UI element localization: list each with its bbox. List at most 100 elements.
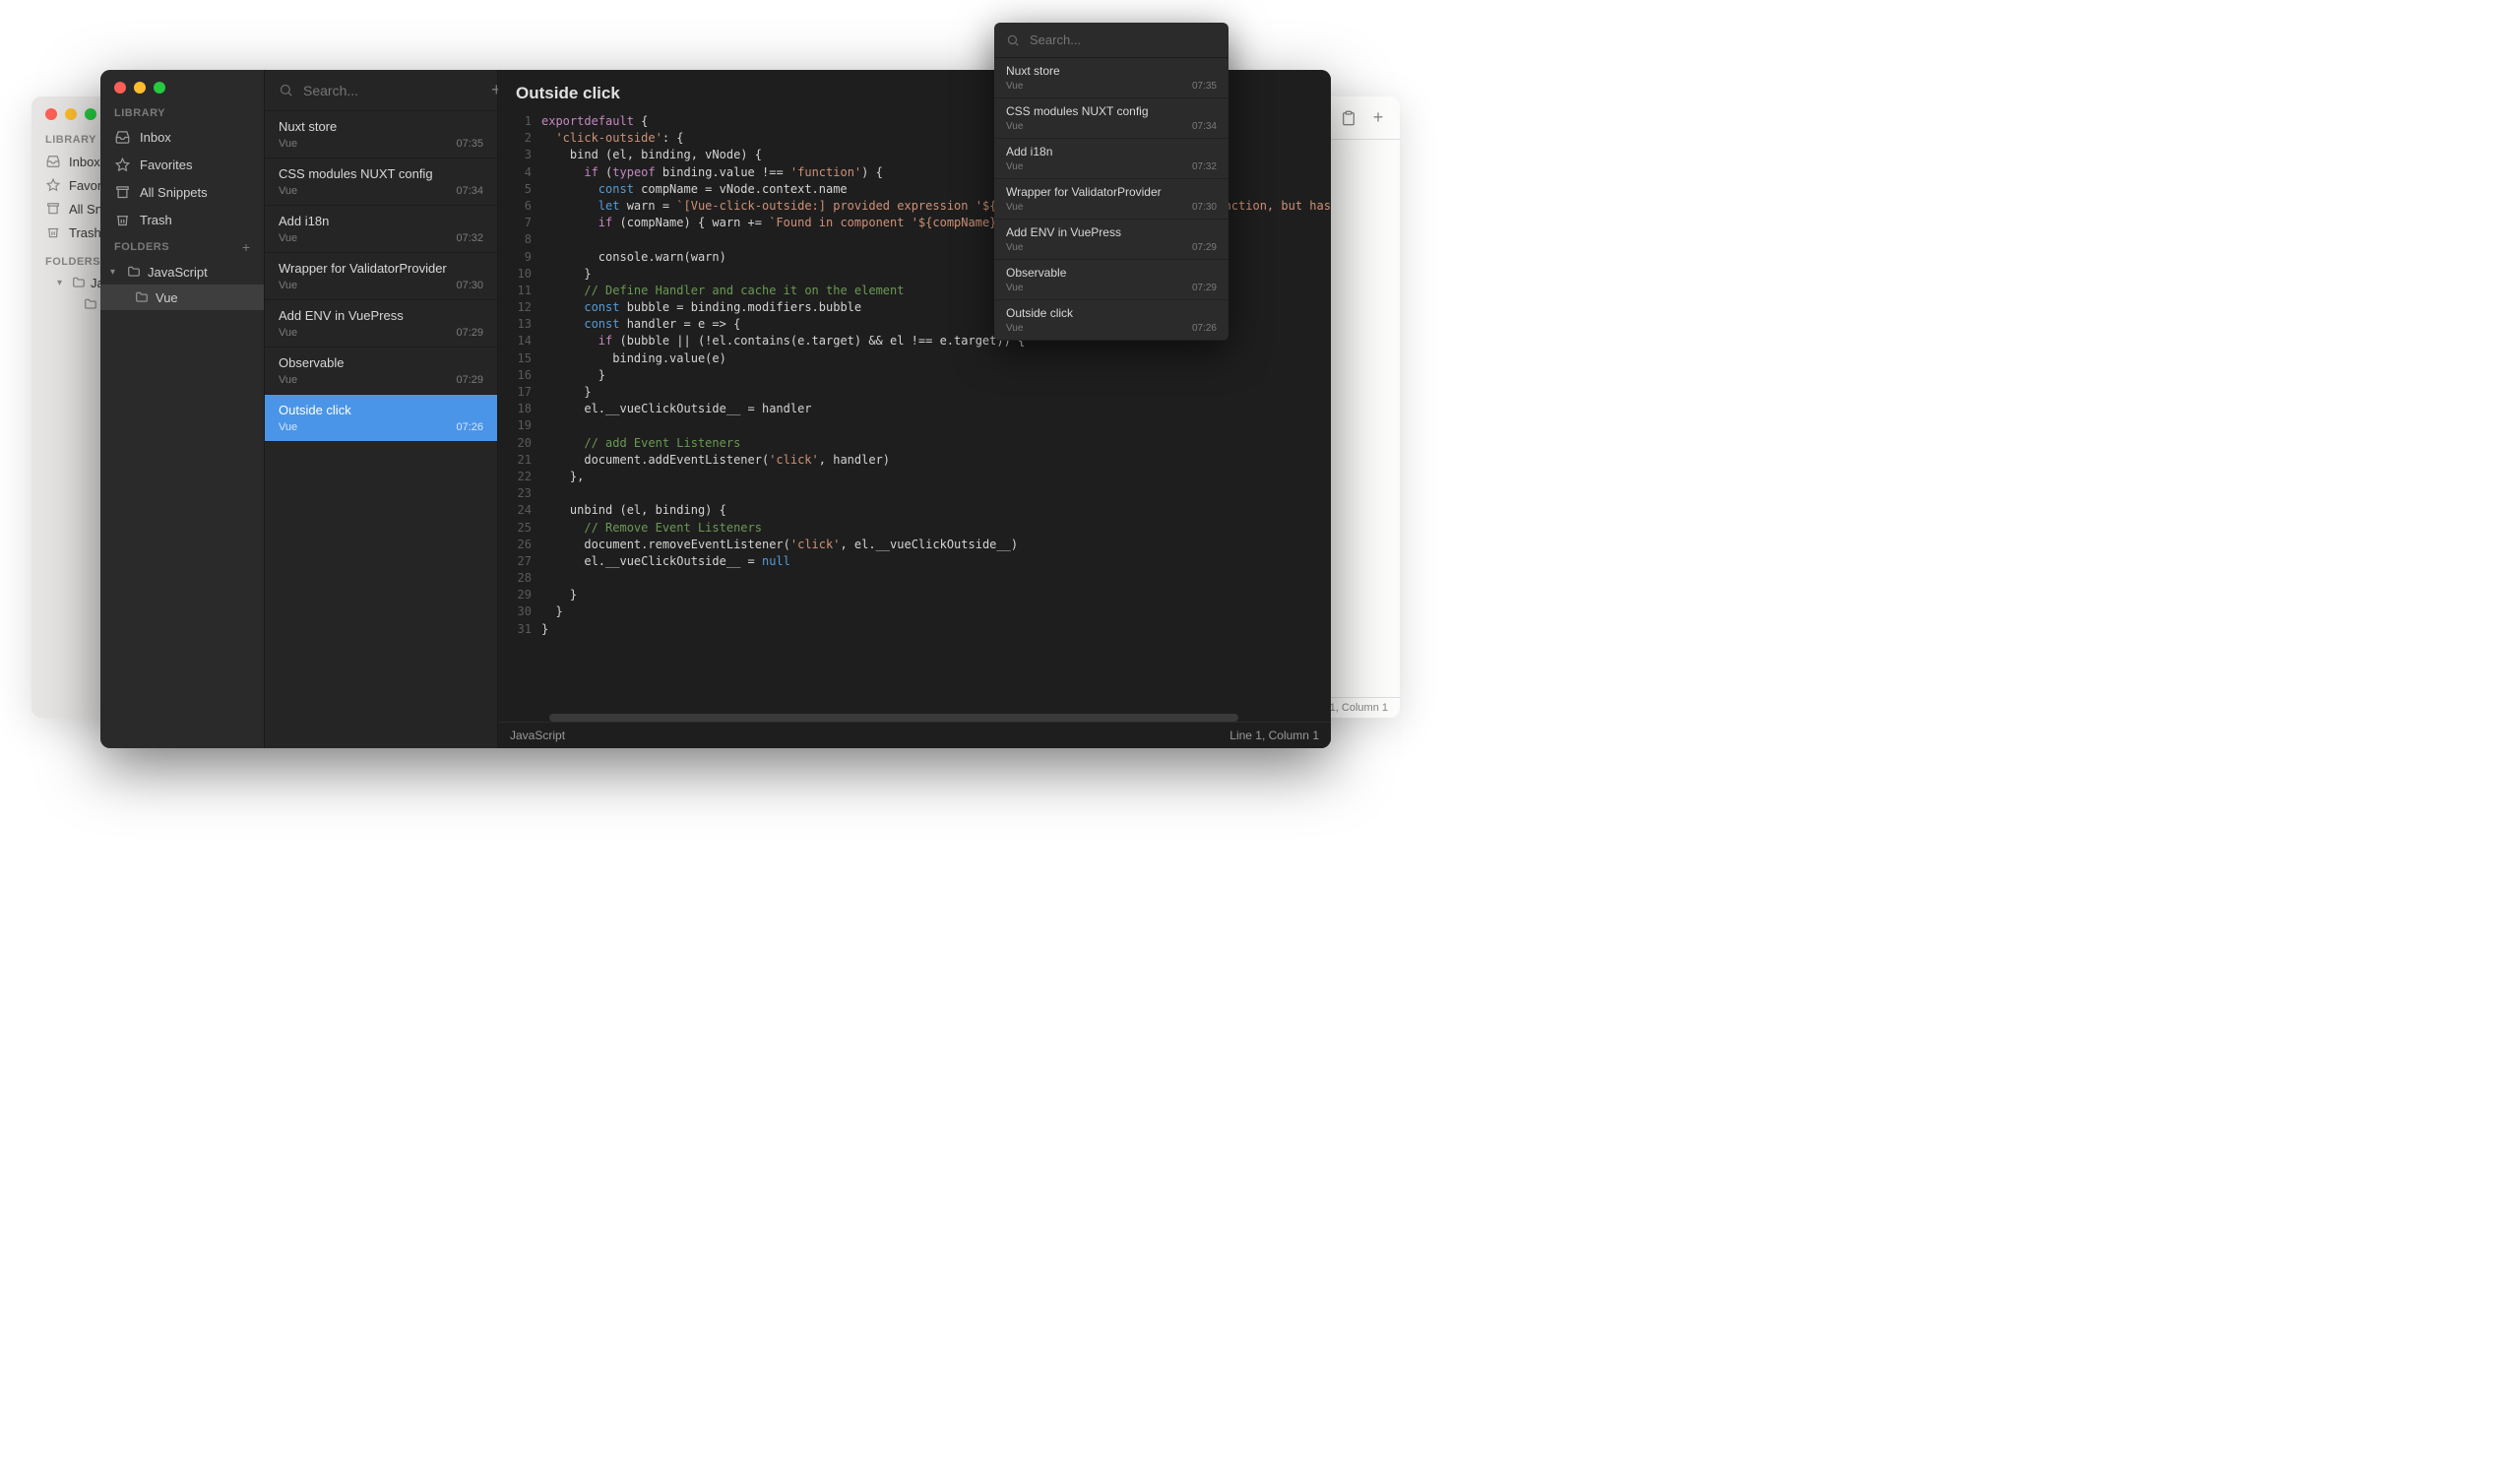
- popup-item-title: Add ENV in VuePress: [1006, 225, 1217, 239]
- star-icon: [114, 157, 130, 172]
- search-icon: [1006, 33, 1020, 47]
- folders-label: FOLDERS: [114, 241, 169, 253]
- popup-item-title: Outside click: [1006, 306, 1217, 320]
- snippet-search-bar: +: [265, 70, 497, 110]
- maximize-icon[interactable]: [154, 82, 165, 94]
- popup-result-item[interactable]: Observable Vue 07:29: [994, 260, 1228, 300]
- close-icon[interactable]: [45, 108, 57, 120]
- popup-result-item[interactable]: Wrapper for ValidatorProvider Vue07:30: [994, 179, 1228, 220]
- popup-item-tag: Vue: [1006, 323, 1023, 334]
- popup-item-tag: Vue: [1006, 81, 1023, 92]
- inbox-icon: [45, 154, 61, 169]
- library-label: LIBRARY: [100, 103, 264, 123]
- popup-result-item[interactable]: Add i18n Vue07:32: [994, 139, 1228, 179]
- snippet-tag: Vue: [279, 138, 297, 150]
- cursor-position: Line 1, Column 1: [1229, 728, 1319, 742]
- popup-item-time: 07:26: [1192, 323, 1217, 334]
- snippet-tag: Vue: [279, 374, 297, 386]
- inbox-icon: [114, 129, 130, 145]
- snippet-item[interactable]: Add ENV in VuePress Vue 07:29: [265, 299, 497, 347]
- editor-status-bar: JavaScript Line 1, Column 1: [498, 722, 1331, 748]
- popup-result-item[interactable]: CSS modules NUXT config Vue 07:34: [994, 98, 1228, 139]
- popup-item-time: 07:29: [1192, 283, 1217, 293]
- snippet-item[interactable]: Outside click Vue07:26: [265, 394, 497, 442]
- plus-icon[interactable]: +: [1370, 110, 1386, 126]
- chevron-down-icon: ▾: [57, 278, 67, 288]
- snippet-title: Add ENV in VuePress: [279, 308, 483, 323]
- snippet-tag: Vue: [279, 232, 297, 244]
- snippet-title: Add i18n: [279, 214, 483, 228]
- horizontal-scrollbar[interactable]: [549, 714, 1238, 722]
- chevron-down-icon: ▾: [110, 267, 120, 278]
- snippet-tag: Vue: [279, 185, 297, 197]
- popup-item-title: Nuxt store: [1006, 64, 1217, 78]
- search-input[interactable]: [303, 83, 481, 98]
- dark-sidebar: LIBRARY Inbox Favorites All Snippets Tra…: [100, 70, 265, 748]
- snippet-item[interactable]: Nuxt store Vue07:35: [265, 110, 497, 158]
- snippet-list: + Nuxt store Vue07:35CSS modules NUXT co…: [265, 70, 498, 748]
- popup-search-input[interactable]: [1030, 32, 1217, 47]
- snippet-tag: Vue: [279, 280, 297, 291]
- popup-result-item[interactable]: Nuxt store Vue 07:35: [994, 58, 1228, 98]
- search-popup: Nuxt store Vue 07:35 CSS modules NUXT conf…: [994, 23, 1228, 341]
- sidebar-item-inbox[interactable]: Inbox: [100, 123, 264, 151]
- snippet-title: Outside click: [279, 403, 483, 417]
- line-gutter: 1234567891011121314151617181920212223242…: [498, 113, 541, 722]
- popup-result-item[interactable]: Outside click Vue 07:26: [994, 300, 1228, 341]
- popup-item-time: 07:34: [1192, 121, 1217, 132]
- nav-label: Inbox: [140, 130, 171, 145]
- popup-item-tag: Vue: [1006, 202, 1023, 213]
- sidebar-item-favorites[interactable]: Favorites: [100, 151, 264, 178]
- folder-icon: [71, 275, 87, 290]
- popup-item-title: CSS modules NUXT config: [1006, 104, 1217, 118]
- nav-label: Inbox: [69, 155, 100, 169]
- popup-item-tag: Vue: [1006, 161, 1023, 172]
- trash-icon: [45, 224, 61, 240]
- folder-item-vue[interactable]: Vue: [100, 285, 264, 310]
- search-icon: [279, 83, 293, 97]
- star-icon: [45, 177, 61, 193]
- maximize-icon[interactable]: [85, 108, 96, 120]
- popup-result-item[interactable]: Add ENV in VuePress Vue 07:29: [994, 220, 1228, 260]
- popup-item-tag: Vue: [1006, 121, 1023, 132]
- minimize-icon[interactable]: [65, 108, 77, 120]
- popup-item-title: Wrapper for ValidatorProvider: [1006, 185, 1217, 199]
- folder-label: Vue: [156, 290, 178, 305]
- minimize-icon[interactable]: [134, 82, 146, 94]
- language-indicator[interactable]: JavaScript: [510, 728, 565, 742]
- popup-item-time: 07:29: [1192, 242, 1217, 253]
- snippet-tag: Vue: [279, 421, 297, 433]
- popup-item-title: Add i18n: [1006, 145, 1217, 158]
- snippet-title: Observable: [279, 355, 483, 370]
- snippet-item[interactable]: Observable Vue 07:29: [265, 347, 497, 394]
- snippet-tag: Vue: [279, 327, 297, 339]
- snippet-item[interactable]: Wrapper for ValidatorProvider Vue 07:30: [265, 252, 497, 299]
- archive-icon: [45, 201, 61, 217]
- folder-label: JavaScript: [148, 265, 208, 280]
- snippet-time: 07:29: [456, 327, 483, 339]
- snippet-title: Wrapper for ValidatorProvider: [279, 261, 483, 276]
- nav-label: Trash: [140, 213, 172, 227]
- snippet-time: 07:35: [456, 138, 483, 150]
- snippet-title: CSS modules NUXT config: [279, 166, 483, 181]
- folder-item-javascript[interactable]: ▾ JavaScript: [100, 259, 264, 285]
- traffic-lights[interactable]: [100, 70, 264, 103]
- sidebar-item-trash[interactable]: Trash: [100, 206, 264, 233]
- popup-item-tag: Vue: [1006, 283, 1023, 293]
- add-folder-button[interactable]: +: [242, 239, 250, 255]
- folder-icon: [134, 289, 150, 305]
- popup-item-time: 07:35: [1192, 81, 1217, 92]
- folder-icon: [126, 264, 142, 280]
- snippet-time: 07:29: [456, 374, 483, 386]
- popup-search-bar: [994, 23, 1228, 58]
- sidebar-item-all-snippets[interactable]: All Snippets: [100, 178, 264, 206]
- clipboard-icon[interactable]: [1341, 110, 1356, 126]
- snippet-time: 07:30: [456, 280, 483, 291]
- trash-icon: [114, 212, 130, 227]
- popup-item-title: Observable: [1006, 266, 1217, 280]
- snippet-item[interactable]: CSS modules NUXT config Vue07:34: [265, 158, 497, 205]
- archive-icon: [114, 184, 130, 200]
- popup-item-tag: Vue: [1006, 242, 1023, 253]
- close-icon[interactable]: [114, 82, 126, 94]
- snippet-item[interactable]: Add i18n Vue07:32: [265, 205, 497, 252]
